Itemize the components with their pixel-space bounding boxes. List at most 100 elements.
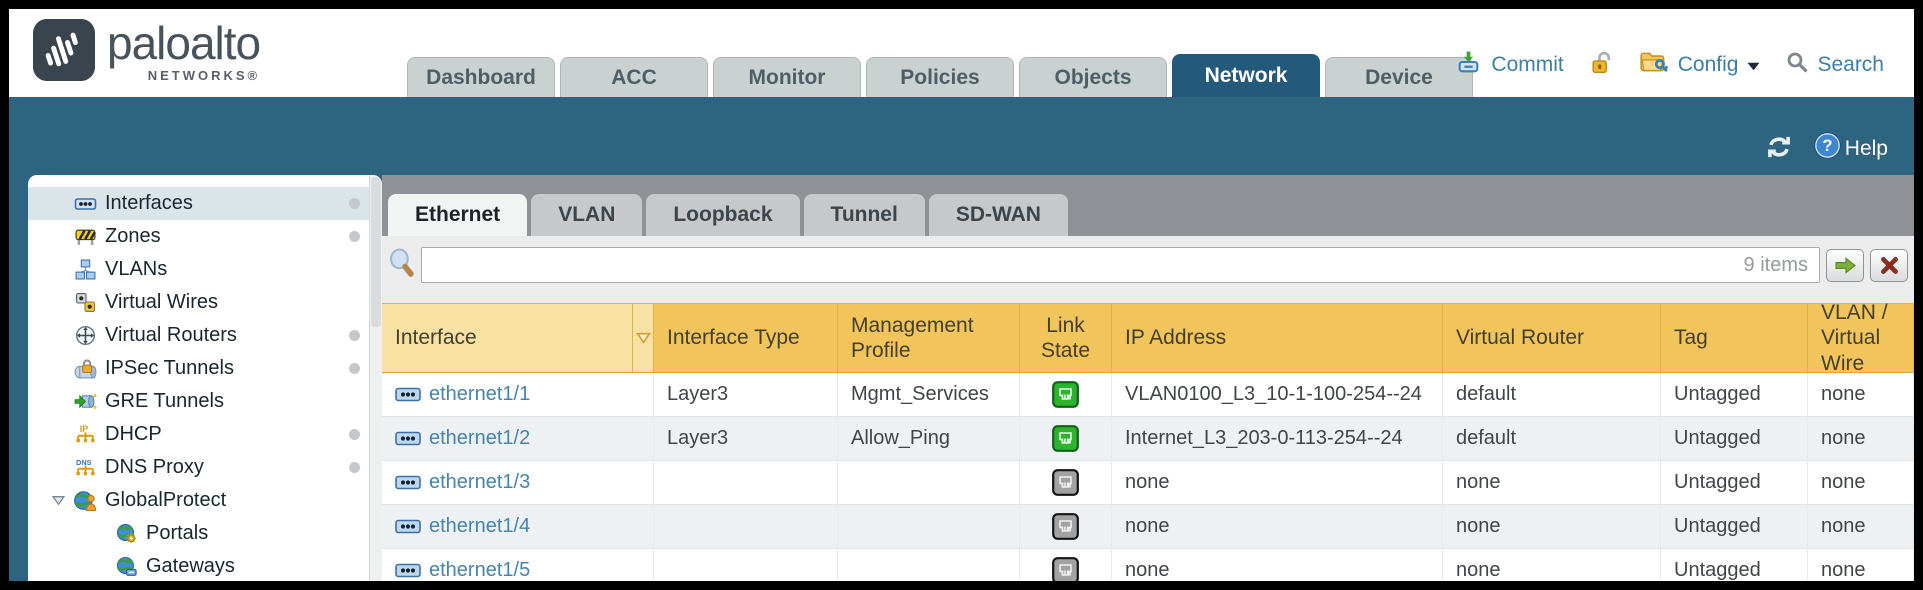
table-row[interactable]: ethernet1/3nonenoneUntaggednone [382, 461, 1914, 505]
sidebar-item-interfaces[interactable]: Interfaces [28, 187, 369, 220]
interface-link[interactable]: ethernet1/2 [429, 427, 530, 450]
interface-link[interactable]: ethernet1/3 [429, 471, 530, 494]
cell-tag: Untagged [1661, 549, 1808, 581]
filter-input[interactable] [421, 247, 1820, 283]
sidebar-item-portals[interactable]: Portals [28, 517, 369, 550]
interface-link[interactable]: ethernet1/1 [429, 383, 530, 406]
sidebar-item-gateways[interactable]: Gateways [28, 550, 369, 581]
table-row[interactable]: ethernet1/2Layer3Allow_PingInternet_L3_2… [382, 417, 1914, 461]
filter-search-icon [388, 248, 415, 283]
expand-caret-icon[interactable] [52, 495, 65, 506]
table-row[interactable]: ethernet1/1Layer3Mgmt_ServicesVLAN0100_L… [382, 373, 1914, 417]
sidebar-item-gre-tunnels[interactable]: GRE Tunnels [28, 385, 369, 418]
sidebar-item-ipsec-tunnels[interactable]: IPSec Tunnels [28, 352, 369, 385]
column-header-interface[interactable]: Interface [382, 304, 633, 372]
cell-tag: Untagged [1661, 417, 1808, 460]
ipsec-tunnels-icon [74, 358, 97, 379]
column-header-link-state[interactable]: Link State [1020, 304, 1112, 372]
tab-network[interactable]: Network [1172, 54, 1320, 97]
cell-ip-address: none [1112, 505, 1443, 548]
sidebar-item-dhcp[interactable]: IPDHCP [28, 418, 369, 451]
lock-icon[interactable] [1590, 50, 1613, 81]
sidebar-item-label: Zones [105, 225, 161, 248]
main-area: EthernetVLANLoopbackTunnelSD-WAN 9 items… [382, 175, 1914, 581]
sidebar-item-globalprotect[interactable]: GlobalProtect [28, 484, 369, 517]
link-state-down-icon [1052, 469, 1079, 496]
sidebar-item-zones[interactable]: Zones [28, 220, 369, 253]
commit-button[interactable]: Commit [1491, 53, 1563, 77]
cell-link-state [1020, 417, 1112, 460]
sort-dropdown[interactable] [633, 304, 654, 372]
cell-vlan-virtual-wire: none [1808, 549, 1914, 581]
tab-objects[interactable]: Objects [1019, 57, 1167, 97]
interfaces-icon [74, 194, 97, 214]
clear-filter-button[interactable] [1870, 249, 1908, 282]
subtab-vlan[interactable]: VLAN [531, 194, 642, 236]
subtab-tunnel[interactable]: Tunnel [804, 194, 925, 236]
refresh-icon[interactable] [1764, 134, 1794, 165]
tab-acc[interactable]: ACC [560, 57, 708, 97]
cell-vlan-virtual-wire: none [1808, 505, 1914, 548]
sidebar-scrollbar[interactable] [369, 175, 382, 581]
tab-policies[interactable]: Policies [866, 57, 1014, 97]
filter-input-wrap: 9 items [421, 247, 1820, 283]
sidebar-item-label: VLANs [105, 258, 167, 281]
network-subtabs: EthernetVLANLoopbackTunnelSD-WAN [388, 194, 1914, 236]
column-header-virtual-router[interactable]: Virtual Router [1443, 304, 1661, 372]
config-button[interactable]: Config [1678, 53, 1739, 77]
paloalto-logo-icon [33, 19, 95, 86]
tab-device[interactable]: Device [1325, 57, 1473, 97]
table-row[interactable]: ethernet1/5nonenoneUntaggednone [382, 549, 1914, 581]
cell-interface: ethernet1/3 [382, 461, 654, 504]
column-header-tag[interactable]: Tag [1661, 304, 1808, 372]
status-dot [349, 198, 360, 209]
tab-dashboard[interactable]: Dashboard [407, 57, 555, 97]
table-header-row: Interface Interface TypeManagement Profil… [382, 303, 1914, 373]
help-icon: ? [1814, 132, 1841, 165]
cell-vlan-virtual-wire: none [1808, 373, 1914, 416]
search-button[interactable]: Search [1817, 53, 1884, 77]
zones-icon [75, 226, 96, 247]
column-header-interface-type[interactable]: Interface Type [654, 304, 838, 372]
cell-interface: ethernet1/4 [382, 505, 654, 548]
sidebar-item-label: DNS Proxy [105, 456, 204, 479]
config-caret-down-icon[interactable] [1747, 53, 1760, 77]
cell-tag: Untagged [1661, 505, 1808, 548]
cell-interface: ethernet1/1 [382, 373, 654, 416]
cell-management-profile [838, 505, 1020, 548]
cell-interface-type: Layer3 [654, 417, 838, 460]
globalprotect-icon [74, 490, 97, 511]
cell-vlan-virtual-wire: none [1808, 417, 1914, 460]
vlans-icon [75, 259, 96, 280]
sidebar-item-label: Virtual Routers [105, 324, 237, 347]
sidebar-item-label: GlobalProtect [105, 489, 226, 512]
table-row[interactable]: ethernet1/4nonenoneUntaggednone [382, 505, 1914, 549]
sidebar-item-vlans[interactable]: VLANs [28, 253, 369, 286]
status-dot [349, 363, 360, 374]
cell-management-profile: Mgmt_Services [838, 373, 1020, 416]
cell-tag: Untagged [1661, 461, 1808, 504]
sidebar-item-label: Virtual Wires [105, 291, 218, 314]
sidebar-item-label: IPSec Tunnels [105, 357, 234, 380]
svg-text:?: ? [1822, 136, 1832, 155]
column-header-vlan-virtual-wire[interactable]: VLAN / Virtual Wire [1808, 304, 1914, 372]
interface-link[interactable]: ethernet1/4 [429, 515, 530, 538]
column-header-ip-address[interactable]: IP Address [1112, 304, 1443, 372]
sidebar-item-virtual-routers[interactable]: Virtual Routers [28, 319, 369, 352]
gateways-icon [116, 556, 137, 577]
tab-monitor[interactable]: Monitor [713, 57, 861, 97]
interface-link[interactable]: ethernet1/5 [429, 559, 530, 581]
link-state-up-icon [1052, 381, 1079, 408]
help-button[interactable]: ? Help [1814, 132, 1888, 165]
subtab-sd-wan[interactable]: SD-WAN [929, 194, 1068, 236]
subtab-ethernet[interactable]: Ethernet [388, 194, 527, 236]
cell-ip-address: none [1112, 461, 1443, 504]
subtab-loopback[interactable]: Loopback [646, 194, 799, 236]
column-header-management-profile[interactable]: Management Profile [838, 304, 1020, 372]
top-utilities: Commit Config Search [1455, 49, 1884, 81]
sidebar-item-dns-proxy[interactable]: DNSDNS Proxy [28, 451, 369, 484]
apply-filter-button[interactable] [1826, 249, 1864, 282]
cell-ip-address: Internet_L3_203-0-113-254--24 [1112, 417, 1443, 460]
sidebar-item-virtual-wires[interactable]: Virtual Wires [28, 286, 369, 319]
sidebar-item-label: Portals [146, 522, 208, 545]
